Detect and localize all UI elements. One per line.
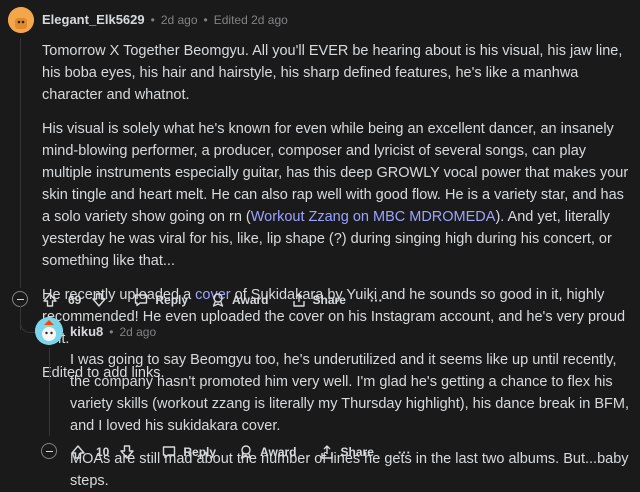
username[interactable]: kiku8 xyxy=(70,324,103,339)
more-options-button[interactable]: ··· xyxy=(398,445,411,460)
award-icon xyxy=(238,444,254,460)
separator-dot: • xyxy=(203,12,208,27)
edited-label: Edited 2d ago xyxy=(213,12,288,27)
comment-paragraph: His visual is solely what he's known for… xyxy=(42,121,629,269)
share-button[interactable]: Share xyxy=(319,444,374,460)
award-label: Award xyxy=(260,445,297,459)
reply-icon xyxy=(161,444,177,460)
comment-body: I was going to say Beomgyu too, he's und… xyxy=(70,349,636,492)
share-button[interactable]: Share xyxy=(291,292,346,308)
separator-dot: • xyxy=(150,12,155,27)
vote-count: 69 xyxy=(68,293,82,307)
reply-button[interactable]: Reply xyxy=(133,292,188,308)
avatar[interactable] xyxy=(35,317,63,345)
timestamp[interactable]: 2d ago xyxy=(161,13,198,27)
reply-button[interactable]: Reply xyxy=(161,444,216,460)
reply-label: Reply xyxy=(183,445,217,459)
vote-group: 69 xyxy=(42,292,107,308)
username[interactable]: Elegant_Elk5629 xyxy=(42,12,145,27)
comment-link[interactable]: Workout Zzang on MBC MDROMEDA xyxy=(251,209,496,225)
collapse-button[interactable] xyxy=(12,291,28,307)
downvote-icon[interactable] xyxy=(119,444,135,460)
timestamp[interactable]: 2d ago xyxy=(119,325,156,339)
share-icon xyxy=(291,292,307,308)
reply-label: Reply xyxy=(155,293,189,307)
reply-icon xyxy=(133,292,149,308)
comment-paragraph: Tomorrow X Together Beomgyu. All you'll … xyxy=(42,43,623,103)
thread-curve xyxy=(20,318,35,333)
separator-dot: • xyxy=(109,324,114,339)
downvote-icon[interactable] xyxy=(91,292,107,308)
award-icon xyxy=(210,292,226,308)
upvote-icon[interactable] xyxy=(42,292,58,308)
avatar[interactable] xyxy=(8,7,34,33)
more-icon: ··· xyxy=(369,292,383,308)
upvote-icon[interactable] xyxy=(70,444,86,460)
vote-group: 10 xyxy=(70,444,135,460)
vote-count: 10 xyxy=(96,445,110,459)
comment-actions: 69 Reply Award Share ··· xyxy=(42,288,383,312)
award-button[interactable]: Award xyxy=(238,444,297,460)
more-icon: ··· xyxy=(397,444,411,460)
comment-actions: 10 Reply Award Share ··· xyxy=(70,440,411,464)
comment-paragraph: I was going to say Beomgyu too, he's und… xyxy=(70,352,629,434)
share-icon xyxy=(319,444,335,460)
thread-line[interactable] xyxy=(49,348,50,436)
more-options-button[interactable]: ··· xyxy=(370,293,383,308)
award-label: Award xyxy=(232,293,269,307)
award-button[interactable]: Award xyxy=(210,292,269,308)
share-label: Share xyxy=(312,293,346,307)
share-label: Share xyxy=(340,445,374,459)
thread-line[interactable] xyxy=(20,38,21,288)
collapse-button[interactable] xyxy=(41,443,57,459)
